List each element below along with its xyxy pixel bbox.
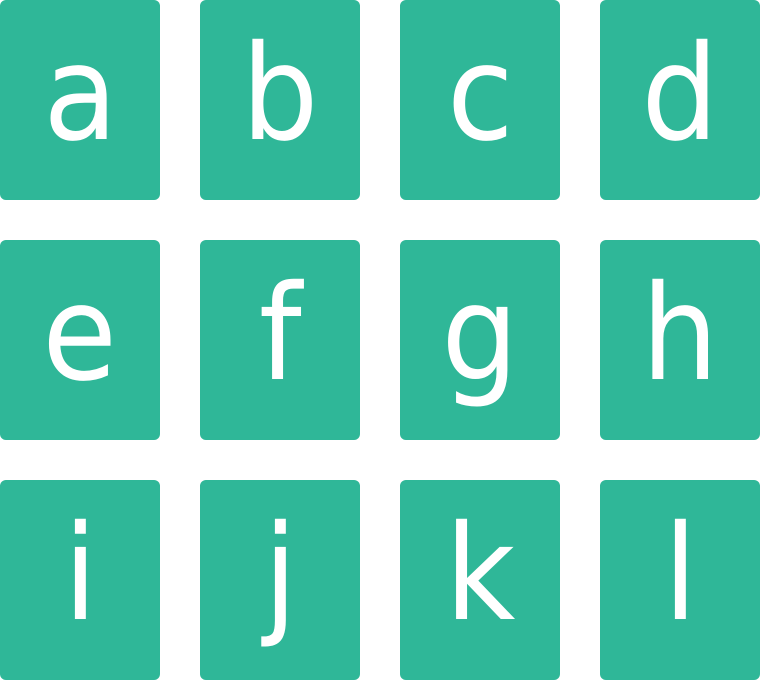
tile-b[interactable]: b <box>200 0 360 200</box>
tile-h[interactable]: h <box>600 240 760 440</box>
tile-f[interactable]: f <box>200 240 360 440</box>
tile-d[interactable]: d <box>600 0 760 200</box>
tile-j[interactable]: j <box>200 480 360 680</box>
tile-k[interactable]: k <box>400 480 560 680</box>
tile-letter: g <box>441 257 519 411</box>
tile-letter: l <box>663 497 697 651</box>
tile-letter: b <box>241 17 319 171</box>
tile-letter: a <box>42 17 118 171</box>
tile-letter: k <box>444 497 516 651</box>
tile-l[interactable]: l <box>600 480 760 680</box>
tile-i[interactable]: i <box>0 480 160 680</box>
tile-letter: j <box>263 497 297 651</box>
tile-e[interactable]: e <box>0 240 160 440</box>
tile-letter: h <box>641 257 719 411</box>
tile-a[interactable]: a <box>0 0 160 200</box>
tile-letter: e <box>42 257 118 411</box>
tile-letter: d <box>641 17 719 171</box>
tile-letter: c <box>446 17 514 171</box>
tile-c[interactable]: c <box>400 0 560 200</box>
letter-tile-grid: a b c d e f g h i j k l <box>0 0 760 680</box>
tile-letter: f <box>258 257 302 411</box>
tile-g[interactable]: g <box>400 240 560 440</box>
tile-letter: i <box>63 497 97 651</box>
